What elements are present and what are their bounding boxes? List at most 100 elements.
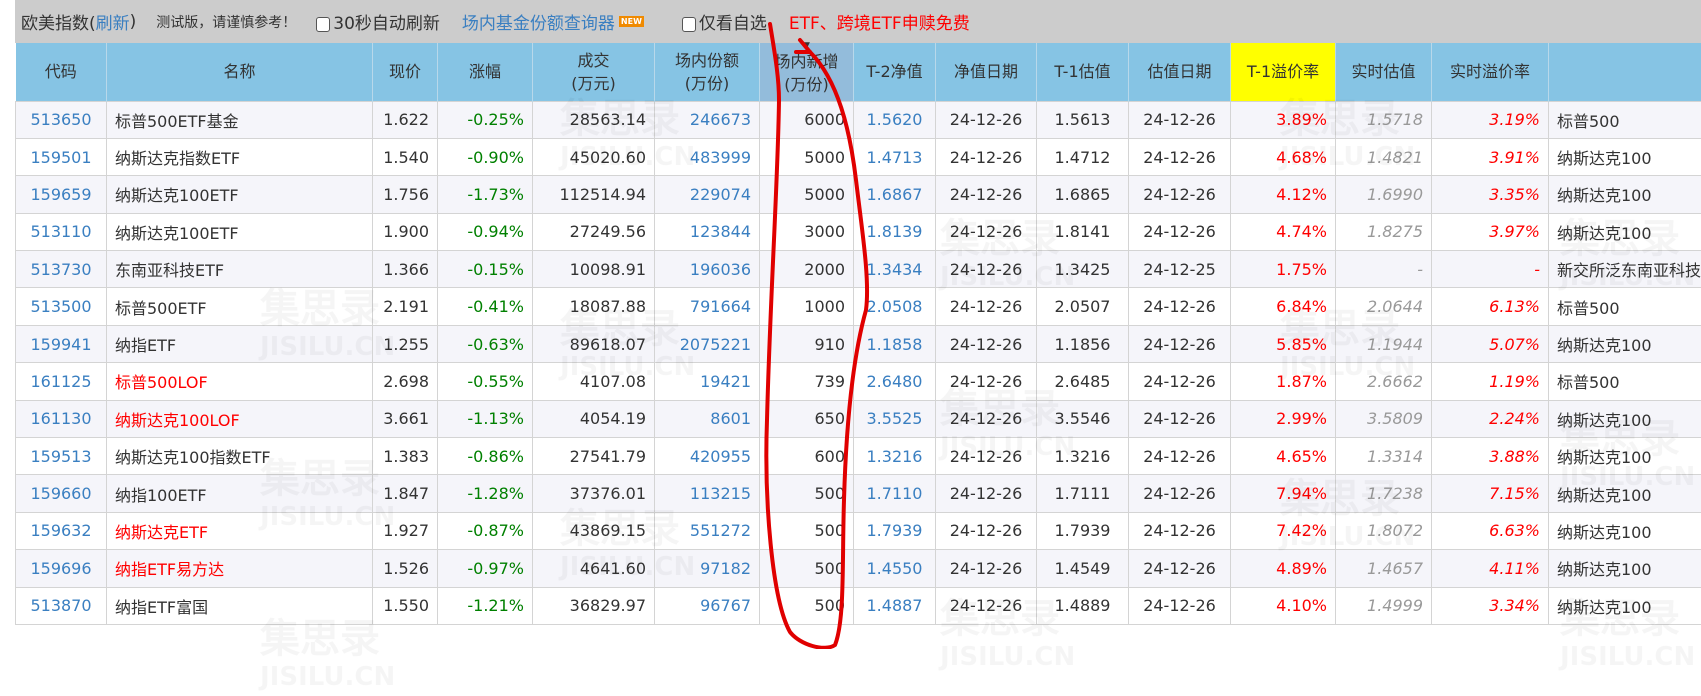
- cell-new: 2000: [760, 251, 854, 288]
- column-header[interactable]: 场内份额(万份): [655, 43, 760, 101]
- table-row[interactable]: 513730东南亚科技ETF1.366-0.15%10098.911960362…: [16, 251, 1701, 288]
- cell-name[interactable]: 纳斯达克指数ETF: [107, 138, 373, 175]
- cell-name[interactable]: 标普500LOF: [107, 363, 373, 400]
- table-row[interactable]: 159696纳指ETF易方达1.526-0.97%4641.6097182500…: [16, 550, 1701, 587]
- table-row[interactable]: 159659纳斯达克100ETF1.756-1.73%112514.942290…: [16, 176, 1701, 213]
- column-header[interactable]: T-1溢价率: [1231, 43, 1336, 101]
- cell-nav2[interactable]: 1.5620: [854, 101, 936, 138]
- watchlist-only-checkbox[interactable]: [682, 17, 696, 32]
- table-row[interactable]: 161125标普500LOF2.698-0.55%4107.0819421739…: [16, 363, 1701, 400]
- cell-name[interactable]: 纳斯达克100ETF: [107, 213, 373, 250]
- cell-code[interactable]: 161130: [16, 400, 107, 437]
- cell-code[interactable]: 161125: [16, 363, 107, 400]
- cell-name[interactable]: 纳斯达克100LOF: [107, 400, 373, 437]
- column-header[interactable]: 名称: [107, 43, 373, 101]
- share-query-link[interactable]: 场内基金份额查询器: [462, 9, 615, 34]
- cell-code[interactable]: 159941: [16, 325, 107, 362]
- cell-nav2[interactable]: 1.4887: [854, 587, 936, 624]
- column-header[interactable]: [1549, 43, 1701, 101]
- cell-code[interactable]: 159513: [16, 438, 107, 475]
- column-header[interactable]: 代码: [16, 43, 107, 101]
- cell-shares[interactable]: 97182: [655, 550, 760, 587]
- cell-code[interactable]: 159659: [16, 176, 107, 213]
- cell-shares[interactable]: 483999: [655, 138, 760, 175]
- table-row[interactable]: 159941纳指ETF1.255-0.63%89618.072075221910…: [16, 325, 1701, 362]
- table-row[interactable]: 513650标普500ETF基金1.622-0.25%28563.1424667…: [16, 101, 1701, 138]
- cell-nav2[interactable]: 1.7110: [854, 475, 936, 512]
- column-header[interactable]: 成交(万元): [533, 43, 655, 101]
- cell-shares[interactable]: 113215: [655, 475, 760, 512]
- column-header[interactable]: 实时估值: [1336, 43, 1432, 101]
- watermark-logo: 集思录JISILU.CN: [260, 620, 395, 696]
- cell-shares[interactable]: 2075221: [655, 325, 760, 362]
- cell-nav2[interactable]: 1.7939: [854, 512, 936, 549]
- cell-code[interactable]: 513730: [16, 251, 107, 288]
- cell-shares[interactable]: 551272: [655, 512, 760, 549]
- cell-code[interactable]: 513870: [16, 587, 107, 624]
- cell-shares[interactable]: 196036: [655, 251, 760, 288]
- cell-nav2[interactable]: 1.4713: [854, 138, 936, 175]
- table-row[interactable]: 159632纳斯达克ETF1.927-0.87%43869.1555127250…: [16, 512, 1701, 549]
- cell-shares[interactable]: 8601: [655, 400, 760, 437]
- cell-nav2[interactable]: 2.0508: [854, 288, 936, 325]
- cell-shares[interactable]: 791664: [655, 288, 760, 325]
- table-row[interactable]: 513500标普500ETF2.191-0.41%18087.887916641…: [16, 288, 1701, 325]
- cell-name[interactable]: 纳指ETF易方达: [107, 550, 373, 587]
- cell-chg: -0.94%: [438, 213, 533, 250]
- cell-rt_est: 1.4821: [1336, 138, 1432, 175]
- cell-chg: -0.15%: [438, 251, 533, 288]
- cell-shares[interactable]: 19421: [655, 363, 760, 400]
- cell-prem1: 7.42%: [1231, 512, 1336, 549]
- cell-code[interactable]: 159660: [16, 475, 107, 512]
- cell-code[interactable]: 513650: [16, 101, 107, 138]
- table-row[interactable]: 159501纳斯达克指数ETF1.540-0.90%45020.60483999…: [16, 138, 1701, 175]
- cell-name[interactable]: 东南亚科技ETF: [107, 251, 373, 288]
- cell-nav2[interactable]: 3.5525: [854, 400, 936, 437]
- cell-price: 3.661: [373, 400, 438, 437]
- cell-name[interactable]: 纳斯达克ETF: [107, 512, 373, 549]
- cell-name[interactable]: 标普500ETF: [107, 288, 373, 325]
- column-header[interactable]: 涨幅: [438, 43, 533, 101]
- table-row[interactable]: 513110纳斯达克100ETF1.900-0.94%27249.5612384…: [16, 213, 1701, 250]
- column-header[interactable]: 估值日期: [1129, 43, 1231, 101]
- cell-name[interactable]: 标普500ETF基金: [107, 101, 373, 138]
- cell-code[interactable]: 159632: [16, 512, 107, 549]
- cell-nav2[interactable]: 1.3216: [854, 438, 936, 475]
- cell-name[interactable]: 纳指100ETF: [107, 475, 373, 512]
- cell-nav2[interactable]: 1.6867: [854, 176, 936, 213]
- auto-refresh-toggle[interactable]: 30秒自动刷新: [316, 9, 440, 34]
- cell-nav2[interactable]: 1.1858: [854, 325, 936, 362]
- cell-code[interactable]: 159696: [16, 550, 107, 587]
- cell-nav2[interactable]: 2.6480: [854, 363, 936, 400]
- watchlist-only-toggle[interactable]: 仅看自选: [682, 9, 767, 34]
- cell-index: 标普500: [1549, 288, 1701, 325]
- cell-name[interactable]: 纳斯达克100指数ETF: [107, 438, 373, 475]
- cell-shares[interactable]: 420955: [655, 438, 760, 475]
- cell-nav2[interactable]: 1.8139: [854, 213, 936, 250]
- column-header[interactable]: T-2净值: [854, 43, 936, 101]
- cell-nav2[interactable]: 1.4550: [854, 550, 936, 587]
- auto-refresh-checkbox[interactable]: [316, 17, 330, 32]
- refresh-link[interactable]: 刷新: [96, 9, 130, 34]
- column-header[interactable]: 现价: [373, 43, 438, 101]
- table-row[interactable]: 513870纳指ETF富国1.550-1.21%36829.9796767500…: [16, 587, 1701, 624]
- cell-code[interactable]: 159501: [16, 138, 107, 175]
- cell-code[interactable]: 513110: [16, 213, 107, 250]
- column-header[interactable]: T-1估值: [1037, 43, 1129, 101]
- cell-chg: -0.25%: [438, 101, 533, 138]
- table-row[interactable]: 159660纳指100ETF1.847-1.28%37376.011132155…: [16, 475, 1701, 512]
- cell-nav2[interactable]: 1.3434: [854, 251, 936, 288]
- cell-shares[interactable]: 96767: [655, 587, 760, 624]
- column-header[interactable]: 实时溢价率: [1432, 43, 1549, 101]
- cell-code[interactable]: 513500: [16, 288, 107, 325]
- cell-shares[interactable]: 229074: [655, 176, 760, 213]
- cell-name[interactable]: 纳指ETF富国: [107, 587, 373, 624]
- column-header[interactable]: ▼场内新增(万份): [760, 43, 854, 101]
- column-header[interactable]: 净值日期: [936, 43, 1037, 101]
- cell-name[interactable]: 纳指ETF: [107, 325, 373, 362]
- cell-shares[interactable]: 123844: [655, 213, 760, 250]
- cell-name[interactable]: 纳斯达克100ETF: [107, 176, 373, 213]
- table-row[interactable]: 159513纳斯达克100指数ETF1.383-0.86%27541.79420…: [16, 438, 1701, 475]
- table-row[interactable]: 161130纳斯达克100LOF3.661-1.13%4054.19860165…: [16, 400, 1701, 437]
- cell-shares[interactable]: 246673: [655, 101, 760, 138]
